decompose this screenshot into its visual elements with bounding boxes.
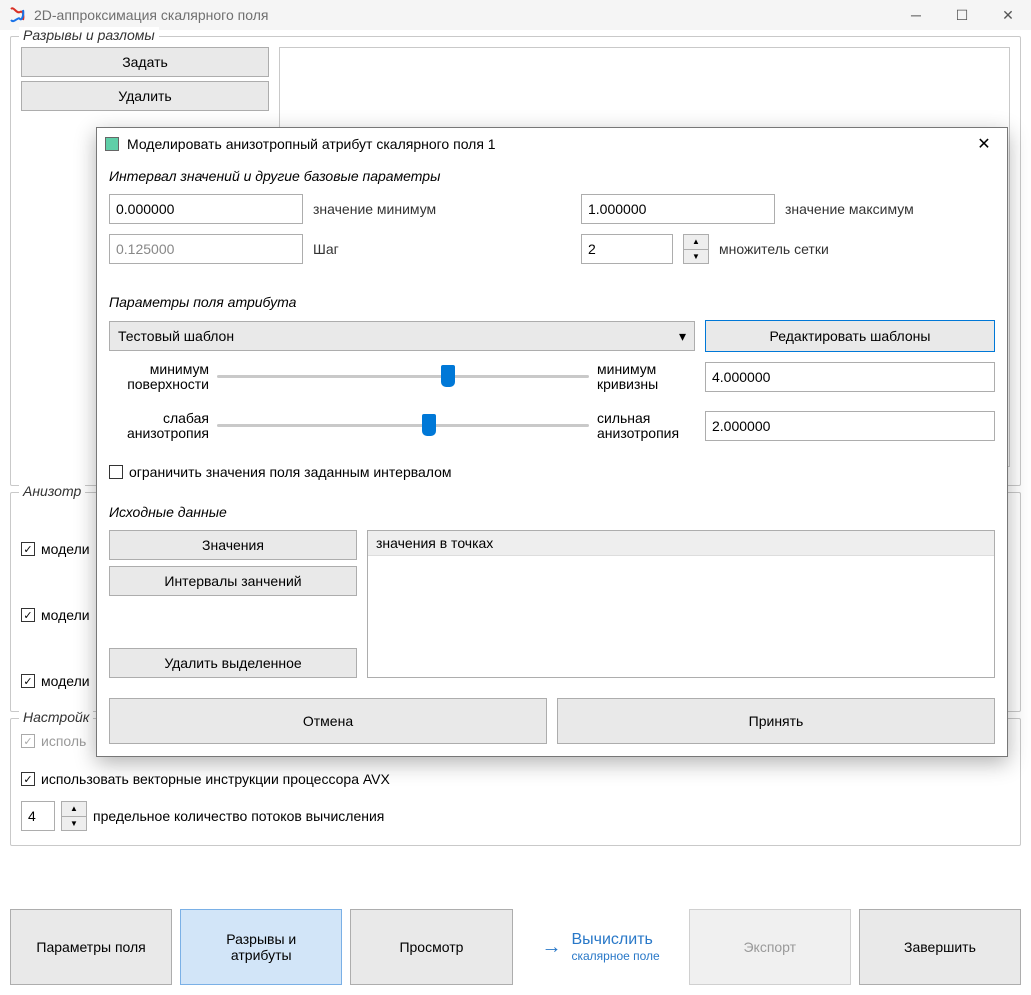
nav-compute-sub: скалярное поле — [571, 949, 659, 963]
modal-dialog: Моделировать анизотропный атрибут скаляр… — [96, 127, 1008, 757]
intervals-button[interactable]: Интервалы занчений — [109, 566, 357, 596]
model1-label: модели — [41, 541, 90, 557]
step-input[interactable] — [109, 234, 303, 264]
spinner-down-icon[interactable]: ▼ — [62, 817, 86, 831]
source-list[interactable]: значения в точках — [367, 530, 995, 678]
delete-selected-button[interactable]: Удалить выделенное — [109, 648, 357, 678]
close-button[interactable]: ✕ — [985, 0, 1031, 30]
spinner-up-icon[interactable]: ▲ — [684, 235, 708, 250]
maximize-button[interactable]: ☐ — [939, 0, 985, 30]
nav-field-params[interactable]: Параметры поля — [10, 909, 172, 985]
grid-mult-label: множитель сетки — [719, 241, 829, 257]
breaks-delete-button[interactable]: Удалить — [21, 81, 269, 111]
slider1-right-label: минимум кривизны — [597, 362, 697, 393]
breaks-set-button[interactable]: Задать — [21, 47, 269, 77]
step-label: Шаг — [313, 241, 571, 257]
nav-export: Экспорт — [689, 909, 851, 985]
curvature-slider[interactable] — [217, 367, 589, 387]
modal-icon — [105, 137, 119, 151]
settings-legend: Настройк — [19, 709, 93, 725]
slider2-right-label: сильная анизотропия — [597, 411, 697, 442]
model3-checkbox[interactable] — [21, 674, 35, 688]
bottom-nav: Параметры поля Разрывы и атрибуты Просмо… — [10, 909, 1021, 985]
curvature-value-input[interactable] — [705, 362, 995, 392]
arrow-right-icon: → — [541, 936, 561, 959]
attr-heading: Параметры поля атрибута — [109, 294, 995, 310]
anisotropy-value-input[interactable] — [705, 411, 995, 441]
nav-finish[interactable]: Завершить — [859, 909, 1021, 985]
template-select-value: Тестовый шаблон — [118, 328, 234, 344]
slider2-left-label: слабая анизотропия — [109, 411, 209, 442]
limit-checkbox[interactable] — [109, 465, 123, 479]
anisotropy-slider[interactable] — [217, 416, 589, 436]
modal-close-icon[interactable]: ✕ — [969, 134, 999, 154]
model1-checkbox[interactable] — [21, 542, 35, 556]
limit-label: ограничить значения поля заданным интерв… — [129, 464, 452, 480]
titlebar: 2D-аппроксимация скалярного поля ─ ☐ ✕ — [0, 0, 1031, 30]
grid-mult-spinner[interactable]: ▲▼ — [683, 234, 709, 264]
edit-templates-button[interactable]: Редактировать шаблоны — [705, 320, 995, 352]
interval-heading: Интервал значений и другие базовые парам… — [109, 168, 995, 184]
spinner-up-icon[interactable]: ▲ — [62, 802, 86, 817]
model2-label: модели — [41, 607, 90, 623]
threads-label: предельное количество потоков вычисления — [93, 808, 384, 824]
nav-view[interactable]: Просмотр — [350, 909, 512, 985]
anisotropy-legend: Анизотр — [19, 483, 85, 499]
use-disabled-label: исполь — [41, 733, 86, 749]
threads-spinner[interactable]: ▲▼ — [61, 801, 87, 831]
accept-button[interactable]: Принять — [557, 698, 995, 744]
modal-title: Моделировать анизотропный атрибут скаляр… — [127, 136, 969, 152]
window-title: 2D-аппроксимация скалярного поля — [34, 7, 893, 23]
slider1-left-label: минимум поверхности — [109, 362, 209, 393]
cancel-button[interactable]: Отмена — [109, 698, 547, 744]
source-heading: Исходные данные — [109, 504, 995, 520]
app-icon — [8, 6, 26, 24]
modal-titlebar: Моделировать анизотропный атрибут скаляр… — [97, 128, 1007, 160]
use-avx-checkbox[interactable] — [21, 772, 35, 786]
max-value-input[interactable] — [581, 194, 775, 224]
nav-compute-label: Вычислить — [571, 931, 652, 948]
use-avx-label: использовать векторные инструкции процес… — [41, 771, 390, 787]
model3-label: модели — [41, 673, 90, 689]
max-label: значение максимум — [785, 201, 914, 217]
min-value-input[interactable] — [109, 194, 303, 224]
list-item[interactable]: значения в точках — [368, 531, 994, 556]
use-disabled-checkbox — [21, 734, 35, 748]
values-button[interactable]: Значения — [109, 530, 357, 560]
nav-compute[interactable]: → Вычислить скалярное поле — [521, 909, 681, 985]
breaks-legend: Разрывы и разломы — [19, 27, 159, 43]
minimize-button[interactable]: ─ — [893, 0, 939, 30]
min-label: значение минимум — [313, 201, 571, 217]
chevron-down-icon: ▾ — [679, 328, 686, 345]
spinner-down-icon[interactable]: ▼ — [684, 250, 708, 264]
threads-input[interactable] — [21, 801, 55, 831]
grid-mult-input[interactable] — [581, 234, 673, 264]
model2-checkbox[interactable] — [21, 608, 35, 622]
template-select[interactable]: Тестовый шаблон ▾ — [109, 321, 695, 351]
nav-breaks-attrs[interactable]: Разрывы и атрибуты — [180, 909, 342, 985]
